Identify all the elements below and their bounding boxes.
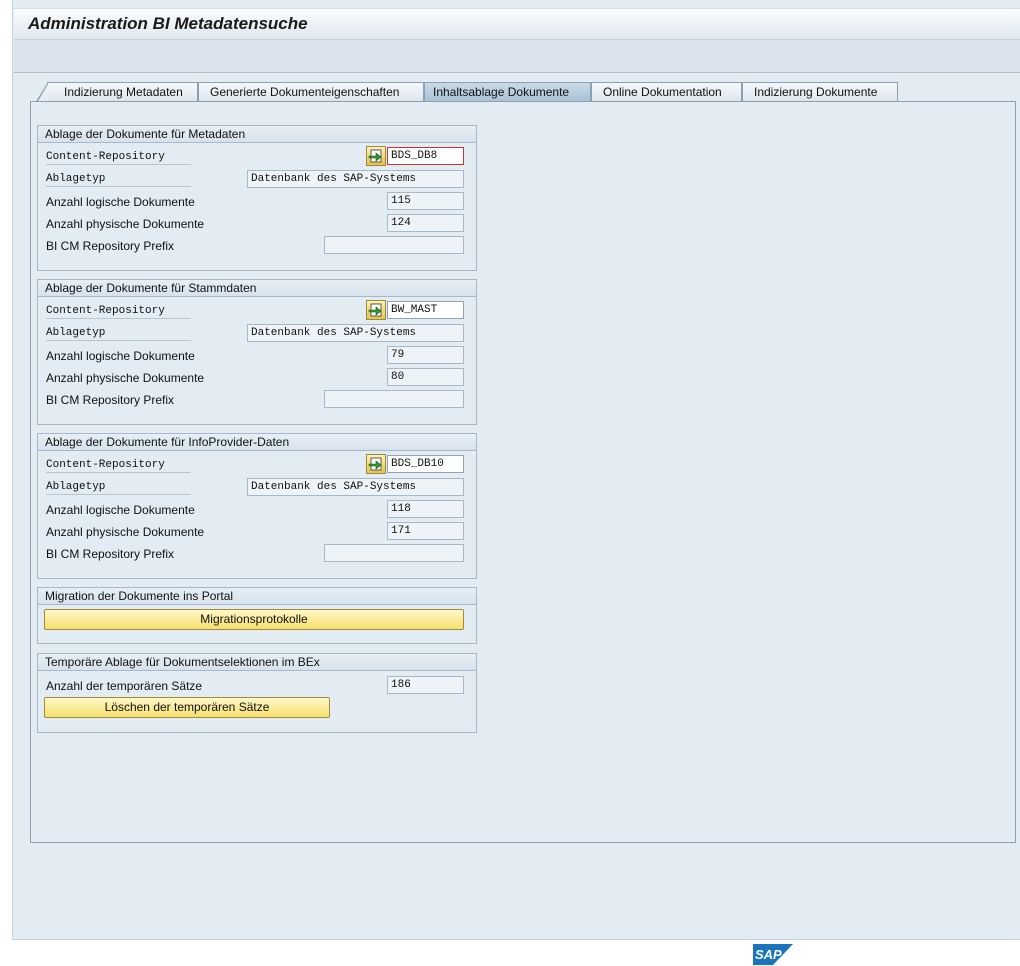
repository-prefix-field — [324, 390, 464, 408]
tab-generierte-dokumenteigenschaften[interactable]: Generierte Dokumenteigenschaften — [198, 82, 424, 102]
ablagetyp-label: Ablagetyp — [46, 327, 191, 341]
tab-label: Generierte Dokumenteigenschaften — [210, 85, 400, 99]
arrow-right-icon — [368, 457, 382, 471]
logische-dokumente-label: Anzahl logische Dokumente — [46, 195, 195, 209]
physische-dokumente-field: 171 — [387, 522, 464, 540]
tab-label: Inhaltsablage Dokumente — [433, 85, 570, 99]
tab-inhaltsablage-dokumente[interactable]: Inhaltsablage Dokumente — [424, 82, 591, 102]
physische-dokumente-label: Anzahl physische Dokumente — [46, 217, 205, 231]
arrow-right-icon — [368, 303, 382, 317]
group-title: Ablage der Dokumente für InfoProvider-Da… — [38, 434, 476, 451]
repository-prefix-label: BI CM Repository Prefix — [46, 547, 175, 561]
ablagetyp-field: Datenbank des SAP-Systems — [247, 324, 464, 342]
group-metadaten: Ablage der Dokumente für Metadaten Conte… — [37, 125, 477, 271]
loeschen-temporaere-saetze-button[interactable]: Löschen der temporären Sätze — [44, 697, 330, 718]
tab-label: Online Dokumentation — [603, 85, 722, 99]
content-repository-field[interactable]: BDS_DB8 — [387, 147, 464, 165]
f4-help-button[interactable] — [366, 300, 386, 320]
repository-prefix-field — [324, 544, 464, 562]
physische-dokumente-label: Anzahl physische Dokumente — [46, 525, 205, 539]
logische-dokumente-field: 118 — [387, 500, 464, 518]
tabstrip: Indizierung Metadaten Generierte Dokumen… — [30, 82, 930, 103]
ablagetyp-field: Datenbank des SAP-Systems — [247, 478, 464, 496]
group-migration: Migration der Dokumente ins Portal Migra… — [37, 587, 477, 644]
temporaere-saetze-label: Anzahl der temporären Sätze — [46, 679, 203, 693]
physische-dokumente-label: Anzahl physische Dokumente — [46, 371, 205, 385]
arrow-right-icon — [368, 149, 382, 163]
content-repository-field[interactable]: BW_MAST — [387, 301, 464, 319]
group-stammdaten: Ablage der Dokumente für Stammdaten Cont… — [37, 279, 477, 425]
content-repository-field[interactable]: BDS_DB10 — [387, 455, 464, 473]
title-bar: Administration BI Metadatensuche — [14, 8, 1020, 39]
logische-dokumente-label: Anzahl logische Dokumente — [46, 503, 195, 517]
tab-indizierung-metadaten[interactable]: Indizierung Metadaten — [35, 82, 198, 103]
repository-prefix-label: BI CM Repository Prefix — [46, 393, 175, 407]
physische-dokumente-field: 124 — [387, 214, 464, 232]
f4-help-button[interactable] — [366, 146, 386, 166]
content-repository-label: Content-Repository — [46, 459, 191, 473]
migrationsprotokolle-button[interactable]: Migrationsprotokolle — [44, 609, 464, 630]
sap-logo: SAP — [753, 944, 793, 965]
group-title: Temporäre Ablage für Dokumentselektionen… — [38, 654, 476, 671]
sap-logo-text: SAP — [755, 947, 782, 962]
physische-dokumente-field: 80 — [387, 368, 464, 386]
group-title: Migration der Dokumente ins Portal — [38, 588, 476, 605]
ablagetyp-field: Datenbank des SAP-Systems — [247, 170, 464, 188]
group-title: Ablage der Dokumente für Metadaten — [38, 126, 476, 143]
application-toolbar — [14, 39, 1020, 73]
tab-online-dokumentation[interactable]: Online Dokumentation — [591, 82, 742, 102]
group-title: Ablage der Dokumente für Stammdaten — [38, 280, 476, 297]
ablagetyp-label: Ablagetyp — [46, 481, 191, 495]
temporaere-saetze-field: 186 — [387, 676, 464, 694]
logische-dokumente-field: 115 — [387, 192, 464, 210]
tab-indizierung-dokumente[interactable]: Indizierung Dokumente — [742, 82, 898, 102]
tab-label: Indizierung Metadaten — [64, 85, 183, 99]
f4-help-button[interactable] — [366, 454, 386, 474]
group-temporaere-ablage: Temporäre Ablage für Dokumentselektionen… — [37, 653, 477, 733]
content-repository-label: Content-Repository — [46, 305, 191, 319]
repository-prefix-field — [324, 236, 464, 254]
repository-prefix-label: BI CM Repository Prefix — [46, 239, 175, 253]
logische-dokumente-label: Anzahl logische Dokumente — [46, 349, 195, 363]
group-infoprovider: Ablage der Dokumente für InfoProvider-Da… — [37, 433, 477, 579]
ablagetyp-label: Ablagetyp — [46, 173, 191, 187]
content-repository-label: Content-Repository — [46, 151, 191, 165]
tab-label: Indizierung Dokumente — [754, 85, 878, 99]
page-title: Administration BI Metadatensuche — [28, 14, 308, 33]
logische-dokumente-field: 79 — [387, 346, 464, 364]
